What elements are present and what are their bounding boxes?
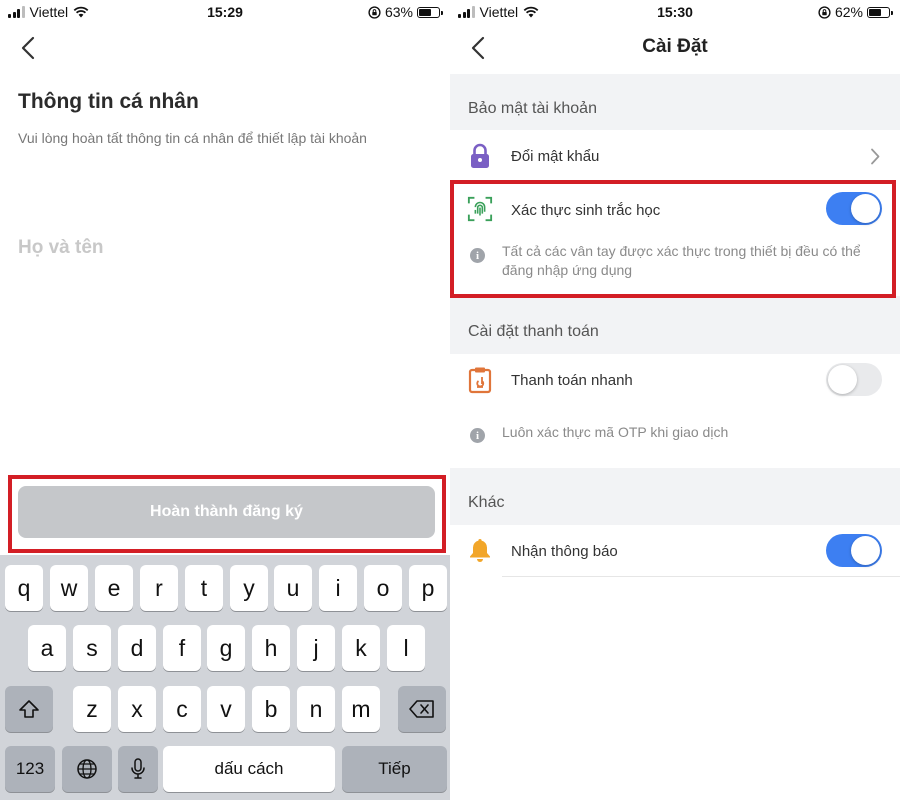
key[interactable]: z (73, 686, 111, 732)
return-key[interactable]: Tiếp (342, 746, 447, 792)
toggle-knob (851, 536, 880, 565)
key[interactable]: l (387, 625, 425, 671)
status-right-group: 62% (818, 4, 893, 20)
key[interactable]: c (163, 686, 201, 732)
key[interactable]: y (230, 565, 268, 611)
key[interactable]: f (163, 625, 201, 671)
settings-screen: Viettel 15:30 62% Cài Đặt Bảo mật tài kh… (450, 0, 900, 800)
key[interactable]: x (118, 686, 156, 732)
keyboard-row-3: z x c v b n m (0, 686, 450, 732)
chevron-right-icon (871, 148, 880, 165)
key[interactable]: k (342, 625, 380, 671)
full-name-input[interactable] (18, 232, 428, 264)
key[interactable]: r (140, 565, 178, 611)
globe-icon (77, 759, 97, 779)
backspace-icon (409, 700, 434, 718)
numbers-key[interactable]: 123 (5, 746, 55, 792)
section-header-payment: Cài đặt thanh toán (450, 296, 900, 354)
rotation-lock-icon (818, 5, 831, 19)
page-title: Cài Đặt (642, 36, 708, 57)
key[interactable]: e (95, 565, 133, 611)
section-header-other: Khác (450, 468, 900, 525)
key[interactable]: q (5, 565, 43, 611)
rotation-lock-icon (368, 5, 381, 19)
key[interactable]: g (207, 625, 245, 671)
info-icon: i (470, 428, 485, 443)
battery-icon (867, 6, 893, 18)
delete-key[interactable] (398, 686, 446, 732)
page-subtitle: Vui lòng hoàn tất thông tin cá nhân để t… (18, 130, 367, 146)
complete-registration-button[interactable]: Hoàn thành đăng ký (18, 486, 435, 538)
registration-screen: Viettel 15:29 63% Thông tin cá nhân Vui … (0, 0, 450, 800)
battery-percent: 62% (834, 4, 863, 20)
quick-pay-row: Thanh toán nhanh i Luôn xác thực mã OTP … (450, 354, 900, 468)
change-password-row[interactable]: Đổi mật khẩu (450, 130, 900, 182)
row-label: Nhận thông báo (511, 543, 618, 560)
page-title: Thông tin cá nhân (18, 90, 199, 113)
battery-icon (417, 6, 443, 18)
key[interactable]: n (297, 686, 335, 732)
highlight-frame (450, 180, 896, 298)
key[interactable]: h (252, 625, 290, 671)
key[interactable]: m (342, 686, 380, 732)
quick-pay-icon (467, 367, 493, 394)
divider (502, 576, 900, 577)
toggle-knob (828, 365, 857, 394)
key[interactable]: s (73, 625, 111, 671)
key[interactable]: j (297, 625, 335, 671)
shift-key[interactable] (5, 686, 53, 732)
battery-percent: 63% (384, 4, 413, 20)
status-right-group: 63% (368, 4, 443, 20)
bell-icon (467, 537, 493, 563)
section-header-security: Bảo mật tài khoản (450, 74, 900, 130)
key[interactable]: a (28, 625, 66, 671)
section-title: Cài đặt thanh toán (468, 323, 599, 340)
section-title: Khác (468, 494, 505, 511)
keyboard-row-1: q w e r t y u i o p (0, 565, 450, 611)
status-bar: Viettel 15:29 63% (0, 0, 450, 24)
dictation-key[interactable] (118, 746, 158, 792)
section-title: Bảo mật tài khoản (468, 100, 597, 117)
shift-icon (19, 700, 39, 718)
back-icon[interactable] (14, 34, 42, 62)
globe-key[interactable] (62, 746, 112, 792)
keyboard-row-2: a s d f g h j k l (0, 625, 450, 671)
microphone-icon (131, 758, 145, 779)
notifications-toggle[interactable] (826, 534, 882, 567)
row-label: Đổi mật khẩu (511, 148, 600, 165)
key[interactable]: b (252, 686, 290, 732)
key[interactable]: o (364, 565, 402, 611)
key[interactable]: p (409, 565, 447, 611)
key[interactable]: d (118, 625, 156, 671)
key[interactable]: u (274, 565, 312, 611)
key[interactable]: v (207, 686, 245, 732)
lock-icon (467, 143, 493, 169)
key[interactable]: t (185, 565, 223, 611)
key[interactable]: w (50, 565, 88, 611)
quick-pay-info-text: Luôn xác thực mã OTP khi giao dịch (502, 424, 729, 440)
keyboard: q w e r t y u i o p a s d f g h j k l z (0, 555, 450, 800)
keyboard-row-4: 123 dấu cách Tiếp (0, 746, 450, 792)
row-label: Thanh toán nhanh (511, 372, 633, 389)
status-bar: Viettel 15:30 62% (450, 0, 900, 24)
space-key[interactable]: dấu cách (163, 746, 335, 792)
key[interactable]: i (319, 565, 357, 611)
quick-pay-toggle[interactable] (826, 363, 882, 396)
notifications-row: Nhận thông báo (450, 525, 900, 577)
